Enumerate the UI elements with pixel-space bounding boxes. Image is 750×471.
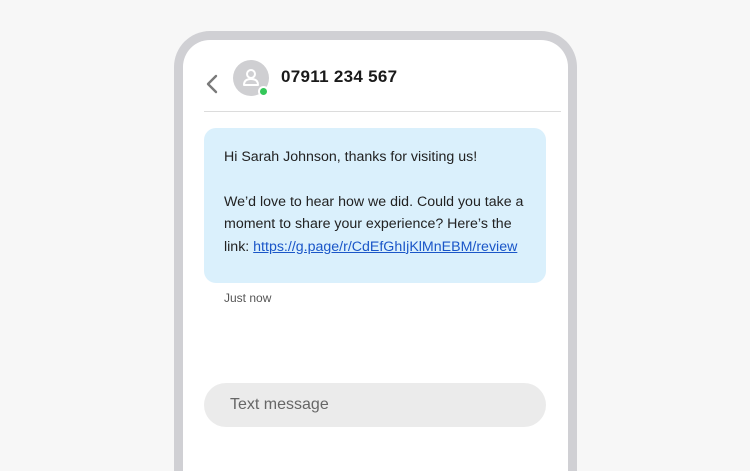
phone-frame: 07911 234 567 Hi Sarah Johnson, thanks f…: [174, 31, 577, 471]
online-status-indicator: [258, 86, 269, 97]
message-greeting: Hi Sarah Johnson, thanks for visiting us…: [224, 149, 478, 165]
contact-number: 07911 234 567: [281, 67, 398, 86]
message-timestamp: Just now: [224, 291, 272, 305]
back-button[interactable]: [202, 71, 222, 97]
conversation-header: 07911 234 567: [183, 40, 568, 120]
header-divider: [204, 111, 561, 112]
text-message-input[interactable]: [204, 383, 546, 427]
chevron-left-icon: [206, 74, 218, 94]
message-body: We’d love to hear how we did. Could you …: [224, 191, 526, 259]
review-link[interactable]: https://g.page/r/CdEfGhIjKlMnEBM/review: [253, 239, 517, 255]
message-bubble: Hi Sarah Johnson, thanks for visiting us…: [204, 128, 546, 283]
